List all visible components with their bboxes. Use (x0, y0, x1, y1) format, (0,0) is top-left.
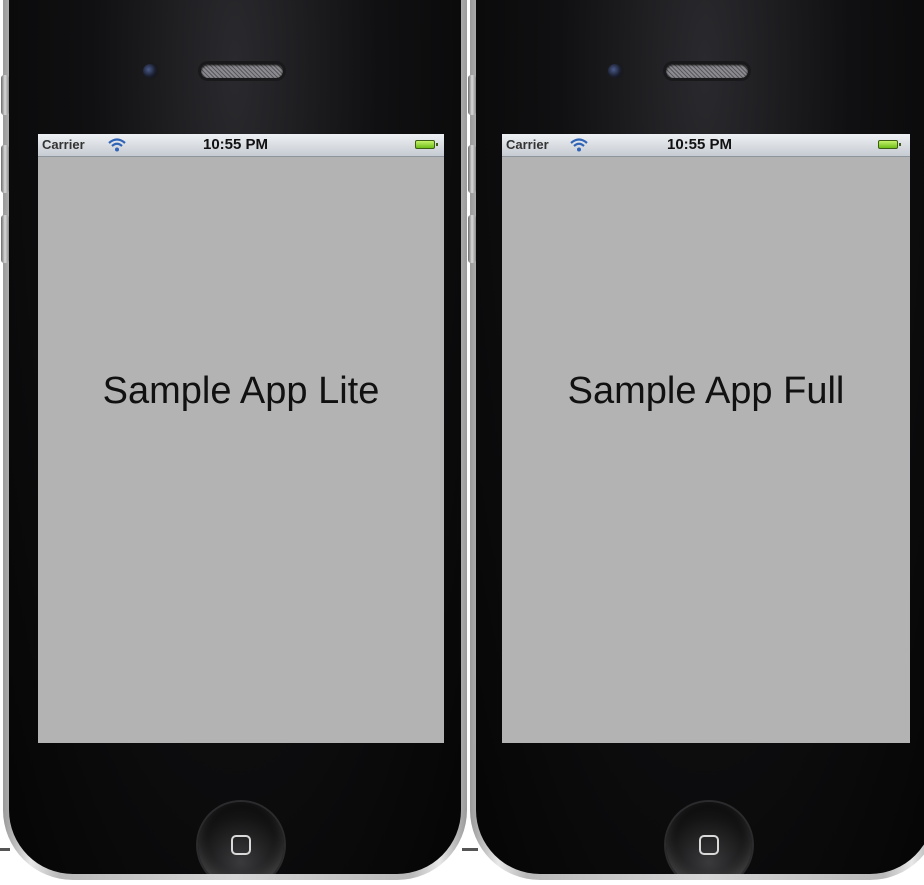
mute-switch[interactable] (1, 75, 9, 115)
volume-up-button[interactable] (1, 145, 9, 193)
home-button[interactable] (666, 802, 752, 874)
earpiece-speaker-icon (201, 64, 283, 78)
phone-front: Carrier 10:55 PM Sample App Lite (9, 0, 461, 874)
home-button[interactable] (198, 802, 284, 874)
phone-front: Carrier 10:55 PM Sample App Full (476, 0, 924, 874)
battery-icon (415, 140, 438, 149)
bezel-seam (462, 848, 478, 851)
earpiece-speaker-icon (666, 64, 748, 78)
app-label: Sample App Lite (102, 370, 380, 412)
simulator-comparison: Carrier 10:55 PM Sample App Lite Carrier… (0, 0, 924, 885)
carrier-label: Carrier (42, 137, 85, 152)
app-label: Sample App Full (567, 370, 845, 412)
status-time: 10:55 PM (203, 136, 269, 153)
iphone-simulator-lite: Carrier 10:55 PM Sample App Lite (1, 0, 467, 880)
mute-switch[interactable] (468, 75, 476, 115)
front-camera-icon (143, 64, 157, 78)
bezel-seam (0, 848, 10, 851)
status-bar: Carrier 10:55 PM (502, 134, 910, 157)
iphone-simulator-full: Carrier 10:55 PM Sample App Full (468, 0, 924, 880)
front-camera-icon (608, 64, 622, 78)
device-screen[interactable]: Carrier 10:55 PM Sample App Full (502, 134, 910, 743)
home-button-icon (699, 835, 719, 855)
volume-up-button[interactable] (468, 145, 476, 193)
battery-icon (878, 140, 901, 149)
home-button-icon (231, 835, 251, 855)
wifi-icon (570, 138, 588, 152)
carrier-label: Carrier (506, 137, 549, 152)
status-bar: Carrier 10:55 PM (38, 134, 444, 157)
wifi-icon (108, 138, 126, 152)
volume-down-button[interactable] (1, 215, 9, 263)
volume-down-button[interactable] (468, 215, 476, 263)
status-time: 10:55 PM (667, 136, 733, 153)
device-screen[interactable]: Carrier 10:55 PM Sample App Lite (38, 134, 444, 743)
